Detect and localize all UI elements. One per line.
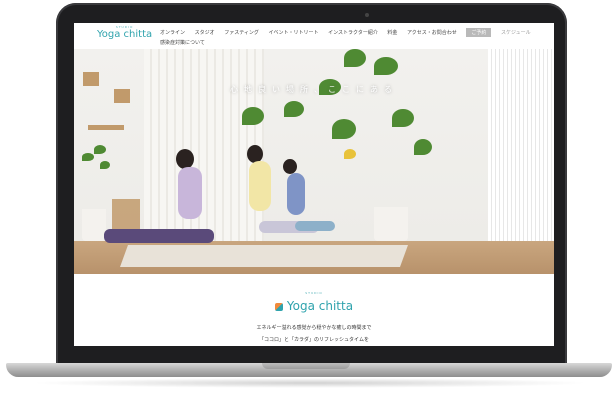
content-logo-small: STUDIO xyxy=(305,291,323,295)
plant-leaf xyxy=(414,139,432,155)
nav-item-schedule[interactable]: スケジュール xyxy=(501,29,531,36)
wall-shelf xyxy=(83,72,99,86)
nav-item-events[interactable]: イベント・リトリート xyxy=(269,29,319,36)
plant-leaf xyxy=(344,49,366,67)
yoga-woman-3 xyxy=(279,159,335,239)
hero-image: 心地良い場所、ここにある xyxy=(74,49,554,274)
nav-item-reservation[interactable]: ご予約 xyxy=(466,28,492,37)
plant-leaf xyxy=(94,145,106,154)
laptop-screen: STUDIO Yoga chitta オンライン スタジオ ファスティング イベ… xyxy=(74,23,554,346)
site-header: STUDIO Yoga chitta オンライン スタジオ ファスティング イベ… xyxy=(74,23,554,49)
plant-leaf xyxy=(344,149,356,159)
plant-pot xyxy=(82,209,106,241)
content-logo-main: Yoga chitta xyxy=(286,299,354,313)
nav-item-studio[interactable]: スタジオ xyxy=(195,29,215,36)
camera-icon xyxy=(365,13,369,17)
logo-main-text: Yoga chitta xyxy=(97,29,153,40)
tagline-line-2: 「ココロ」と「カラダ」のリフレッシュタイムを xyxy=(259,337,369,343)
yoga-woman-1 xyxy=(104,149,224,249)
lotus-icon xyxy=(274,303,283,311)
laptop-notch xyxy=(262,363,350,369)
nav-item-online[interactable]: オンライン xyxy=(160,29,185,36)
hero-headline: 心地良い場所、ここにある xyxy=(230,85,398,94)
wall-shelf xyxy=(114,89,130,103)
nav-item-pricing[interactable]: 料金 xyxy=(387,29,397,36)
plant-pot xyxy=(374,207,408,241)
nav-item-infection-control[interactable]: 感染症対策について xyxy=(160,39,205,46)
plant-leaf xyxy=(374,57,398,75)
wall-shelf xyxy=(88,125,124,130)
nav-item-fasting[interactable]: ファスティング xyxy=(224,29,259,36)
laptop-shadow xyxy=(30,378,590,388)
plant-leaf xyxy=(392,109,414,127)
plant-leaf xyxy=(242,107,264,125)
tagline-line-1: エネルギー溢れる感覚から穏やかな癒しの時間まで xyxy=(256,325,372,331)
window-blinds xyxy=(488,49,554,249)
nav-item-instructors[interactable]: インストラクター紹介 xyxy=(328,29,378,36)
main-nav: オンライン スタジオ ファスティング イベント・リトリート インストラクター紹介… xyxy=(160,28,539,37)
plant-leaf xyxy=(82,153,94,161)
nav-item-access[interactable]: アクセス・お問合わせ xyxy=(407,29,457,36)
content-logo: STUDIO Yoga chitta xyxy=(74,291,554,314)
plant-leaf xyxy=(100,161,110,169)
plant-leaf xyxy=(284,101,304,117)
plant-leaf xyxy=(332,119,356,139)
site-logo[interactable]: STUDIO Yoga chitta xyxy=(97,25,152,40)
